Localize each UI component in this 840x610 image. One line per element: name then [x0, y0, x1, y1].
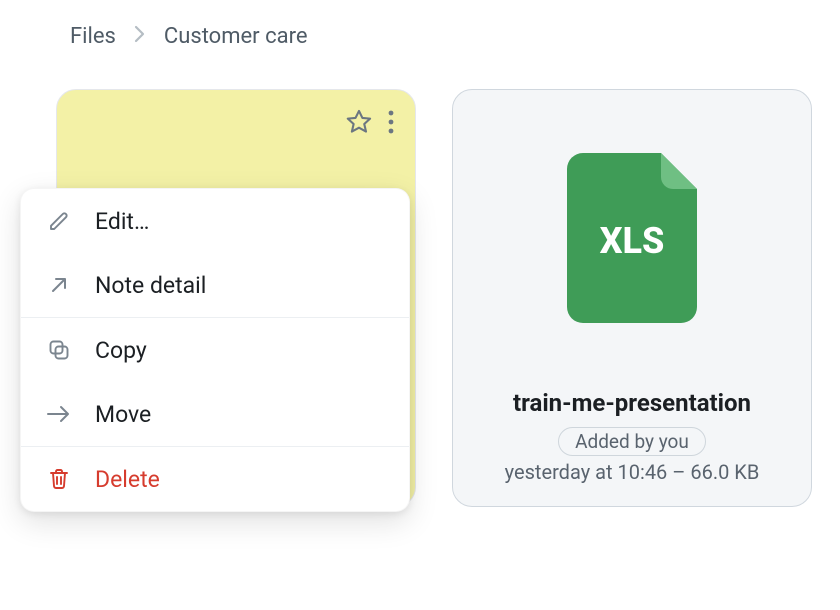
menu-item-label: Note detail — [95, 272, 206, 299]
arrow-up-right-icon — [45, 271, 73, 299]
pencil-icon — [45, 207, 73, 235]
menu-item-note-detail[interactable]: Note detail — [21, 253, 409, 317]
copy-icon — [45, 336, 73, 364]
file-name: train-me-presentation — [513, 389, 751, 417]
breadcrumb-current[interactable]: Customer care — [164, 24, 308, 49]
breadcrumb: Files Customer care — [0, 0, 840, 49]
menu-item-move[interactable]: Move — [21, 382, 409, 446]
context-menu: Edit… Note detail Copy Move Delete — [20, 188, 410, 512]
file-added-by-badge: Added by you — [558, 427, 706, 456]
more-icon[interactable] — [387, 108, 395, 140]
menu-item-label: Copy — [95, 337, 147, 364]
menu-item-edit[interactable]: Edit… — [21, 189, 409, 253]
file-card[interactable]: XLS train-me-presentation Added by you y… — [452, 89, 812, 507]
note-title — [57, 140, 415, 150]
breadcrumb-root[interactable]: Files — [70, 24, 116, 49]
menu-item-label: Edit… — [95, 208, 149, 235]
file-thumb: XLS — [453, 90, 811, 385]
file-meta: yesterday at 10:46 – 66.0 KB — [505, 460, 760, 506]
trash-icon — [45, 465, 73, 493]
menu-item-label: Delete — [95, 466, 160, 493]
arrow-right-icon — [45, 400, 73, 428]
menu-item-label: Move — [95, 401, 151, 428]
file-ext-label: XLS — [600, 220, 665, 262]
menu-item-delete[interactable]: Delete — [21, 447, 409, 511]
chevron-right-icon — [134, 24, 146, 49]
menu-item-copy[interactable]: Copy — [21, 318, 409, 382]
xls-file-icon: XLS — [567, 153, 697, 323]
star-icon[interactable] — [345, 108, 373, 140]
